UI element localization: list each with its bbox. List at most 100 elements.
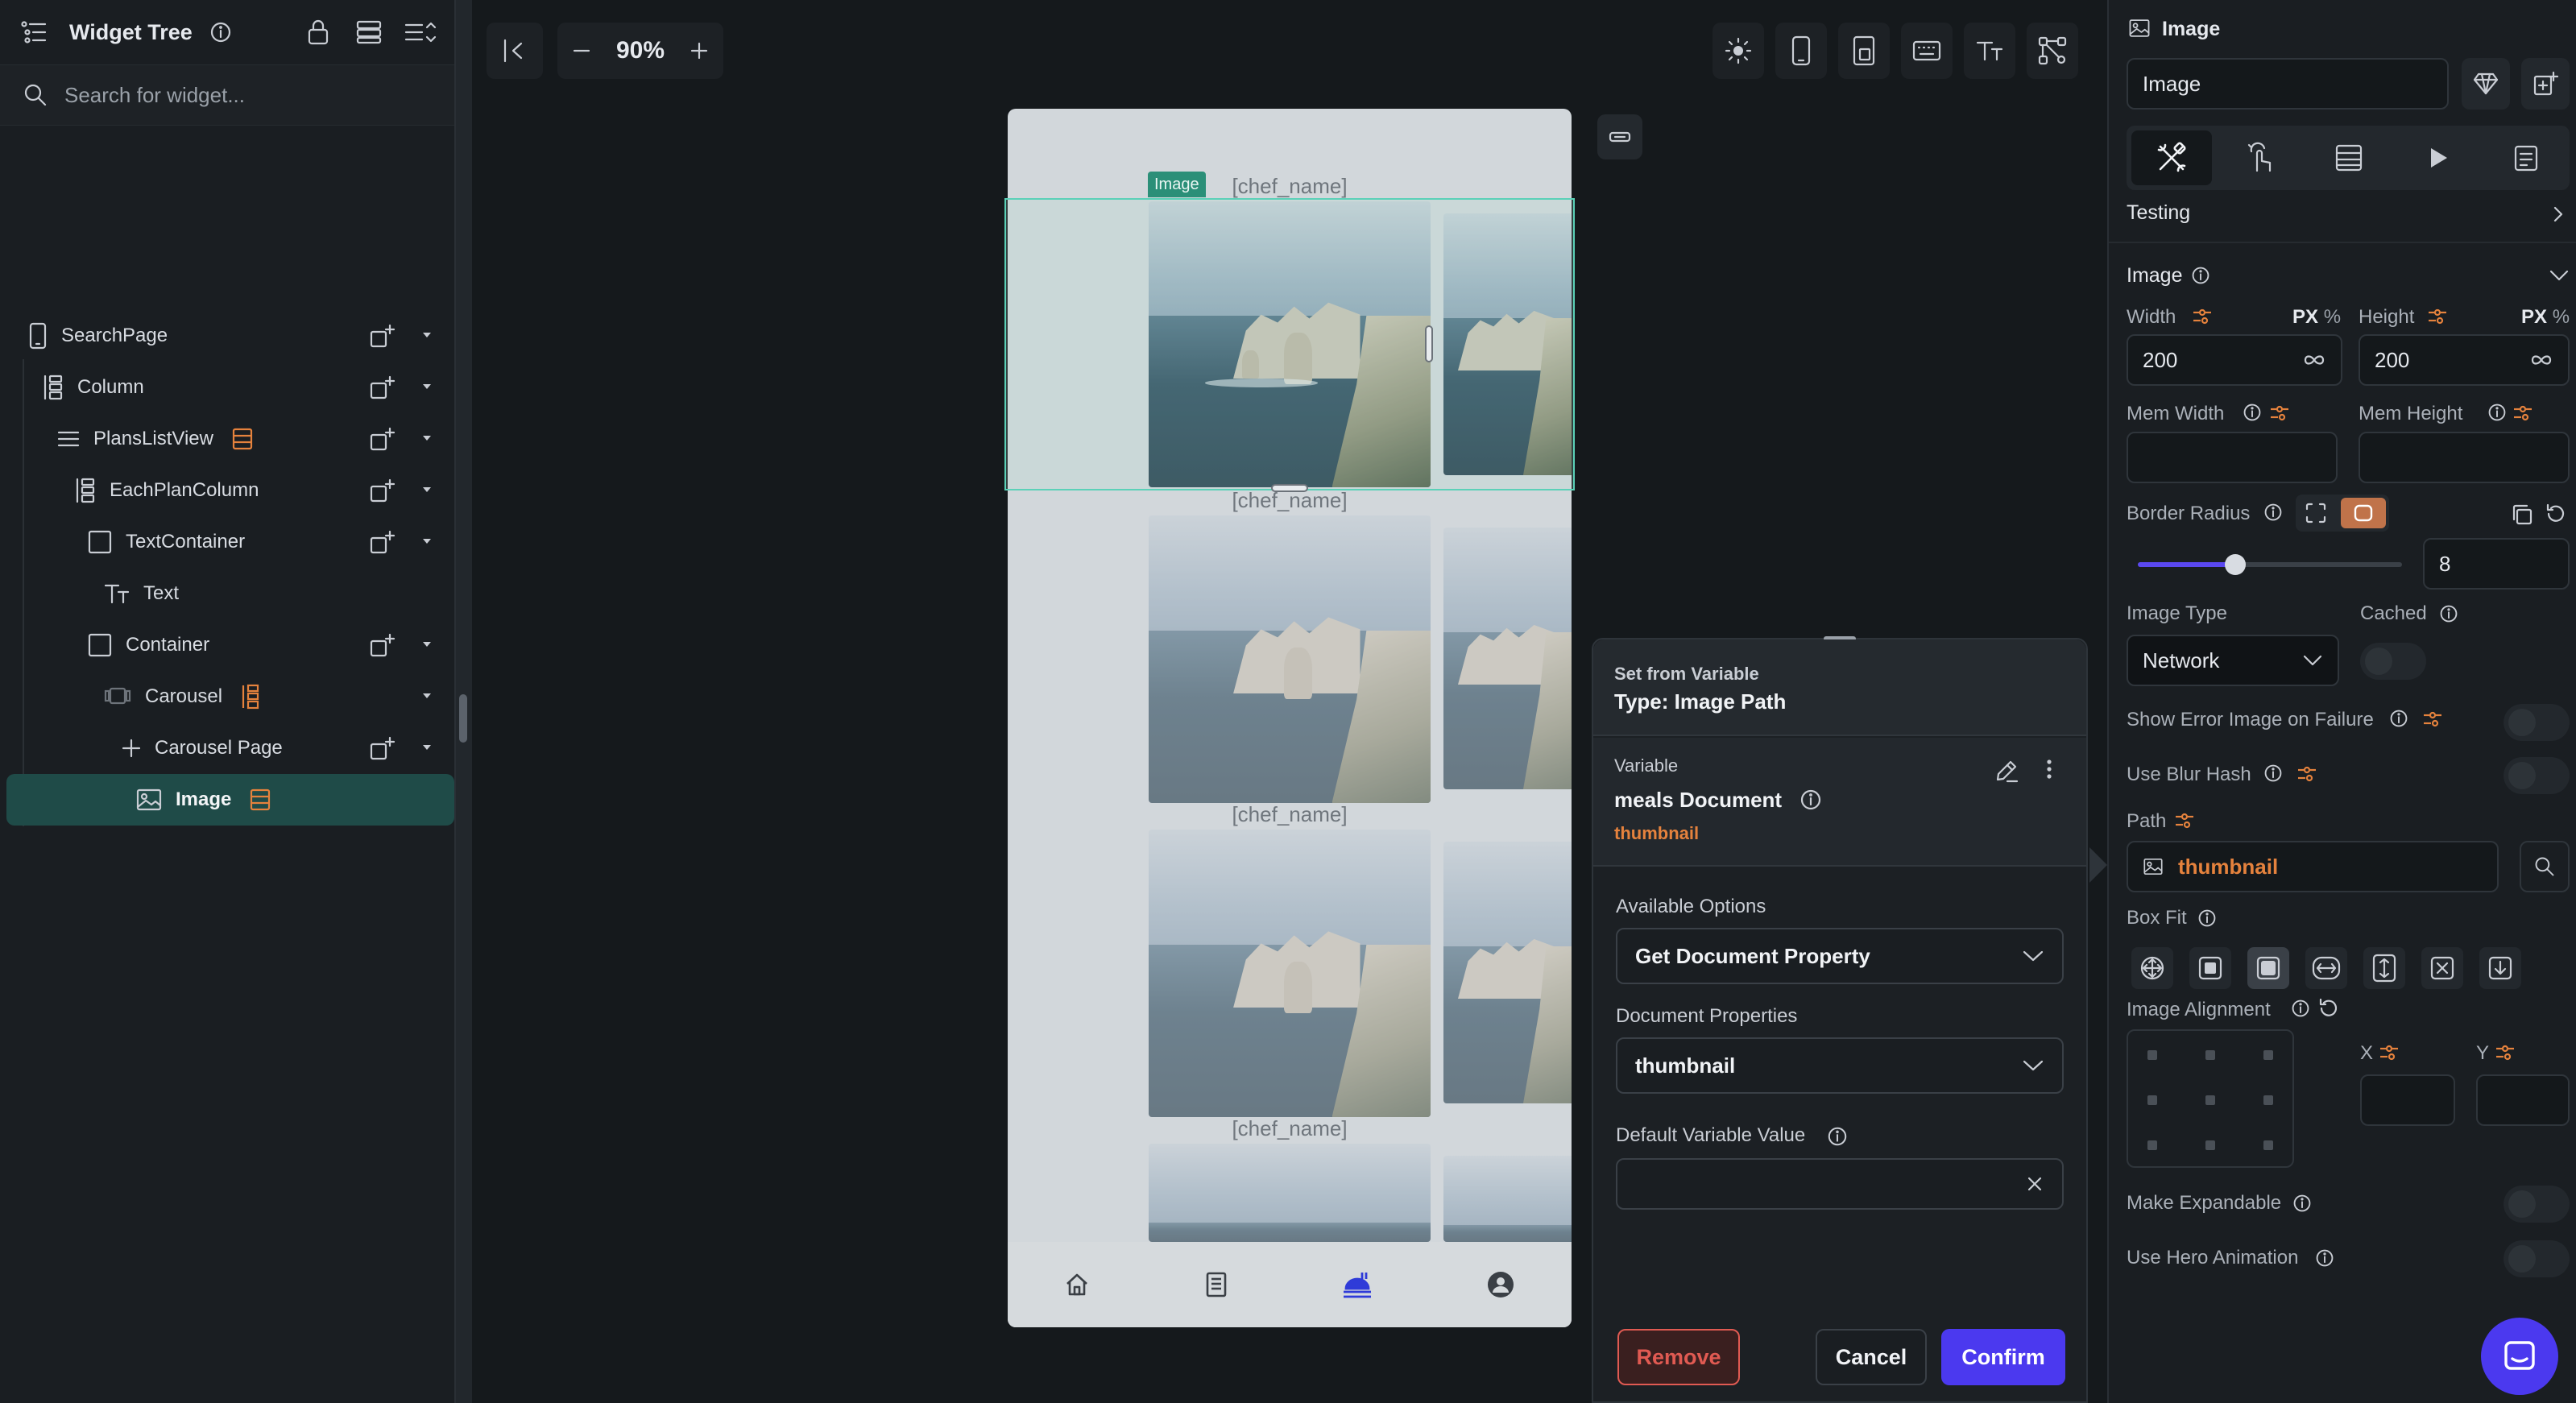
- responsive-icon[interactable]: [2421, 709, 2444, 730]
- info-icon[interactable]: [2292, 1194, 2312, 1213]
- resize-handle-bottom[interactable]: [1271, 484, 1308, 492]
- radius-slider-thumb[interactable]: [2225, 554, 2246, 575]
- convert-component-button[interactable]: [2521, 58, 2570, 110]
- alignment-grid[interactable]: [2127, 1029, 2294, 1168]
- height-input[interactable]: 200: [2359, 334, 2570, 386]
- collapse-all-icon[interactable]: [403, 18, 437, 47]
- hero-animation-toggle[interactable]: [2504, 1240, 2570, 1277]
- device-tablet-button[interactable]: [1838, 23, 1890, 79]
- premium-button[interactable]: [2462, 58, 2510, 110]
- copy-icon[interactable]: [2510, 503, 2534, 527]
- add-widget-icon[interactable]: [369, 529, 396, 557]
- account-icon[interactable]: [1485, 1269, 1516, 1300]
- align-bottom-left[interactable]: [2147, 1140, 2157, 1150]
- width-unit[interactable]: PX %: [2292, 306, 2341, 329]
- chevron-down-icon[interactable]: [421, 434, 433, 442]
- align-top-center[interactable]: [2205, 1050, 2215, 1060]
- confirm-button[interactable]: Confirm: [1941, 1329, 2065, 1385]
- tree-node-searchpage[interactable]: SearchPage: [0, 310, 456, 362]
- tree-node-text[interactable]: Text: [0, 568, 456, 619]
- layers-icon[interactable]: [354, 18, 383, 47]
- infinity-icon[interactable]: [2302, 354, 2326, 366]
- show-error-toggle[interactable]: [2504, 704, 2570, 741]
- home-icon[interactable]: [1063, 1271, 1091, 1298]
- image-type-dropdown[interactable]: Network: [2127, 635, 2339, 686]
- edit-icon[interactable]: [1993, 757, 2020, 784]
- info-icon[interactable]: [2439, 604, 2458, 623]
- box-fit-fill[interactable]: [2131, 947, 2173, 989]
- info-icon[interactable]: [2263, 764, 2283, 783]
- add-widget-icon[interactable]: [369, 375, 396, 402]
- responsive-icon[interactable]: [2173, 810, 2196, 831]
- responsive-icon[interactable]: [2512, 403, 2534, 424]
- chevron-down-icon[interactable]: [421, 743, 433, 751]
- meals-icon[interactable]: [1341, 1269, 1373, 1300]
- info-icon[interactable]: [2197, 908, 2217, 928]
- lock-icon[interactable]: [304, 18, 332, 47]
- tree-node-planslistview[interactable]: PlansListView: [0, 413, 456, 465]
- tab-backend-query[interactable]: [2309, 130, 2389, 185]
- border-radius-input[interactable]: 8: [2423, 538, 2570, 590]
- info-icon[interactable]: [2191, 266, 2210, 285]
- tree-node-container[interactable]: Container: [0, 619, 456, 671]
- keyboard-button[interactable]: [1901, 23, 1953, 79]
- tab-actions[interactable]: [2220, 130, 2301, 185]
- align-bottom-right[interactable]: [2263, 1140, 2273, 1150]
- box-fit-none[interactable]: [2421, 947, 2463, 989]
- add-widget-icon[interactable]: [369, 426, 396, 453]
- info-icon[interactable]: [209, 20, 233, 44]
- info-icon[interactable]: [2291, 999, 2310, 1018]
- path-search-button[interactable]: [2520, 841, 2570, 892]
- tab-properties[interactable]: [2131, 130, 2212, 185]
- info-icon[interactable]: [1799, 788, 1822, 811]
- tree-node-image-selected[interactable]: Image: [6, 774, 454, 826]
- collapse-panel-button[interactable]: [487, 23, 543, 79]
- clear-icon[interactable]: [2025, 1174, 2044, 1194]
- info-icon[interactable]: [2389, 709, 2408, 728]
- align-y-input[interactable]: [2476, 1074, 2570, 1126]
- info-icon[interactable]: [2243, 403, 2262, 422]
- responsive-icon[interactable]: [2268, 403, 2291, 424]
- chevron-right-icon[interactable]: [2552, 205, 2565, 224]
- chevron-down-icon[interactable]: [421, 692, 433, 700]
- add-widget-icon[interactable]: [369, 323, 396, 350]
- default-value-input[interactable]: [1616, 1158, 2064, 1210]
- tree-node-eachplancolumn[interactable]: EachPlanColumn: [0, 465, 456, 516]
- widget-search-input[interactable]: [64, 82, 419, 108]
- selected-widget-outline[interactable]: [1004, 198, 1575, 490]
- menu-book-icon[interactable]: [1203, 1271, 1230, 1298]
- more-vertical-icon[interactable]: [2044, 757, 2054, 784]
- align-bottom-center[interactable]: [2205, 1140, 2215, 1150]
- reset-icon[interactable]: [2544, 503, 2566, 525]
- responsive-icon[interactable]: [2296, 764, 2318, 784]
- chevron-down-icon[interactable]: [421, 383, 433, 391]
- available-options-dropdown[interactable]: Get Document Property: [1616, 928, 2064, 984]
- tree-node-column[interactable]: Column: [0, 362, 456, 413]
- tree-node-carousel-page[interactable]: Carousel Page: [0, 722, 456, 774]
- path-input[interactable]: thumbnail: [2127, 841, 2499, 892]
- support-chat-button[interactable]: [2481, 1318, 2558, 1395]
- chevron-down-icon[interactable]: [2549, 269, 2570, 282]
- add-widget-icon[interactable]: [369, 478, 396, 505]
- responsive-icon[interactable]: [2191, 306, 2214, 327]
- align-center-left[interactable]: [2147, 1095, 2157, 1105]
- info-icon[interactable]: [2315, 1248, 2334, 1268]
- device-phone-button[interactable]: [1775, 23, 1827, 79]
- info-icon[interactable]: [2487, 403, 2507, 422]
- cancel-button[interactable]: Cancel: [1816, 1329, 1927, 1385]
- mem-width-input[interactable]: [2127, 432, 2338, 483]
- zoom-in-button[interactable]: [689, 40, 710, 61]
- widget-inspector-button[interactable]: [2027, 23, 2078, 79]
- resize-handle-right[interactable]: [1425, 325, 1433, 362]
- box-fit-height[interactable]: [2363, 947, 2405, 989]
- remove-button[interactable]: Remove: [1617, 1329, 1740, 1385]
- height-unit[interactable]: PX %: [2521, 306, 2570, 329]
- make-expandable-toggle[interactable]: [2504, 1186, 2570, 1223]
- chevron-down-icon[interactable]: [421, 331, 433, 339]
- responsive-icon[interactable]: [2426, 306, 2449, 327]
- radius-uniform-button[interactable]: [2341, 498, 2386, 528]
- box-fit-width[interactable]: [2305, 947, 2347, 989]
- info-icon[interactable]: [2263, 503, 2283, 522]
- cached-toggle[interactable]: [2360, 643, 2426, 680]
- tree-list-icon[interactable]: [18, 16, 50, 48]
